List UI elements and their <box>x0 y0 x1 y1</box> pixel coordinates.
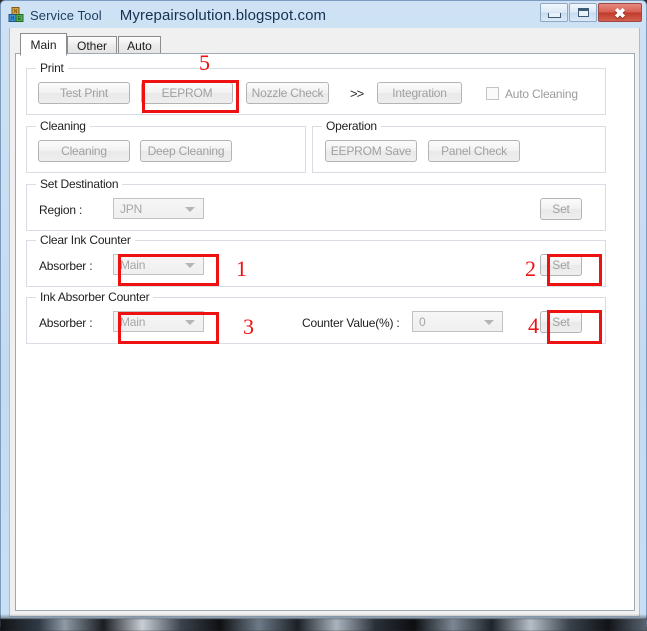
set-destination-set-button-label: Set <box>552 202 570 216</box>
tab-other-label: Other <box>77 39 108 53</box>
chevron-down-icon <box>185 206 195 212</box>
clear-ink-counter-absorber-value: Main <box>120 257 146 272</box>
clear-ink-counter-set-button-label: Set <box>552 258 570 272</box>
print-group: Print Test Print EEPROM Nozzle Check >> … <box>26 61 606 115</box>
window-title: Service Tool Myrepairsolution.blogspot.c… <box>30 5 326 25</box>
operation-group: Operation EEPROM Save Panel Check <box>312 119 606 173</box>
ink-absorber-counter-set-button[interactable]: Set <box>540 311 582 333</box>
ink-absorber-counter-absorber-combo[interactable]: Main <box>113 311 204 332</box>
chevron-down-icon <box>484 319 494 325</box>
annotation-number-4: 4 <box>528 313 539 338</box>
tab-main-label: Main <box>30 37 57 52</box>
nozzle-check-button[interactable]: Nozzle Check <box>246 82 329 104</box>
set-destination-set-button[interactable]: Set <box>540 198 582 220</box>
panel-check-button[interactable]: Panel Check <box>428 140 520 162</box>
ink-absorber-counter-group: Ink Absorber Counter Absorber : Main Cou… <box>26 290 606 344</box>
eeprom-save-button[interactable]: EEPROM Save <box>325 140 417 162</box>
tab-strip: Main Other Auto <box>15 33 635 56</box>
ink-absorber-counter-absorber-label: Absorber : <box>39 316 93 330</box>
blocks-icon: N H E <box>8 6 25 23</box>
eeprom-button[interactable]: EEPROM <box>141 82 233 104</box>
window-controls: ✖ <box>540 3 642 22</box>
close-icon: ✖ <box>614 4 626 21</box>
application-window: N H E Service Tool Myrepairsolution.blog… <box>0 0 647 627</box>
counter-value-label: Counter Value(%) : <box>302 316 400 330</box>
panel-check-button-label: Panel Check <box>441 144 507 158</box>
app-name-text: Service Tool <box>30 7 102 23</box>
close-button[interactable]: ✖ <box>598 3 642 22</box>
cleaning-button-label: Cleaning <box>61 144 107 158</box>
maximize-button[interactable] <box>569 3 597 22</box>
integration-button[interactable]: Integration <box>377 82 462 104</box>
desktop-background-strip <box>0 619 647 631</box>
chevron-double-right-icon: >> <box>350 86 364 101</box>
ink-absorber-counter-absorber-value: Main <box>120 314 146 329</box>
tab-page-main: Print Test Print EEPROM Nozzle Check >> … <box>15 53 635 611</box>
region-combo[interactable]: JPN <box>113 198 204 219</box>
clear-ink-counter-group: Clear Ink Counter Absorber : Main Set <box>26 233 606 287</box>
print-group-legend: Print <box>36 61 68 75</box>
tab-main[interactable]: Main <box>20 33 67 56</box>
cleaning-button[interactable]: Cleaning <box>38 140 130 162</box>
minimize-button[interactable] <box>540 3 568 22</box>
eeprom-button-label: EEPROM <box>161 86 213 100</box>
maximize-icon <box>577 8 589 17</box>
document-title-text: Myrepairsolution.blogspot.com <box>119 6 327 24</box>
eeprom-save-button-label: EEPROM Save <box>330 144 412 158</box>
test-print-button-label: Test Print <box>59 86 109 100</box>
annotation-number-5: 5 <box>199 50 210 75</box>
clear-ink-counter-set-button[interactable]: Set <box>540 254 582 276</box>
counter-value-combo[interactable]: 0 <box>412 311 503 332</box>
counter-value-combo-value: 0 <box>419 314 426 329</box>
clear-ink-counter-group-legend: Clear Ink Counter <box>36 233 135 247</box>
annotation-number-2: 2 <box>525 256 536 281</box>
deep-cleaning-button-label: Deep Cleaning <box>147 144 225 158</box>
chevron-down-icon <box>185 262 195 268</box>
ink-absorber-counter-group-legend: Ink Absorber Counter <box>36 290 154 304</box>
annotation-number-3: 3 <box>243 314 254 339</box>
ink-absorber-counter-set-button-label: Set <box>552 315 570 329</box>
cleaning-group-legend: Cleaning <box>36 119 90 133</box>
title-bar[interactable]: N H E Service Tool Myrepairsolution.blog… <box>1 1 646 28</box>
client-area: Main Other Auto Print Test Print EEPROM <box>9 28 640 617</box>
region-label: Region : <box>39 203 83 217</box>
clear-ink-counter-absorber-combo[interactable]: Main <box>113 254 204 275</box>
chevron-down-icon <box>185 319 195 325</box>
tab-auto-label: Auto <box>127 39 152 53</box>
region-combo-value: JPN <box>120 201 143 216</box>
minimize-icon <box>547 12 561 18</box>
operation-group-legend: Operation <box>322 119 381 133</box>
annotation-number-1: 1 <box>236 256 247 281</box>
svg-text:H: H <box>11 16 15 22</box>
test-print-button[interactable]: Test Print <box>38 82 130 104</box>
set-destination-group: Set Destination Region : JPN Set <box>26 177 606 231</box>
auto-cleaning-checkbox[interactable] <box>486 87 499 100</box>
integration-button-label: Integration <box>392 86 447 100</box>
set-destination-group-legend: Set Destination <box>36 177 123 191</box>
auto-cleaning-label: Auto Cleaning <box>505 87 578 101</box>
deep-cleaning-button[interactable]: Deep Cleaning <box>140 140 232 162</box>
nozzle-check-button-label: Nozzle Check <box>251 86 324 100</box>
cleaning-group: Cleaning Cleaning Deep Cleaning <box>26 119 306 173</box>
clear-ink-counter-absorber-label: Absorber : <box>39 259 93 273</box>
